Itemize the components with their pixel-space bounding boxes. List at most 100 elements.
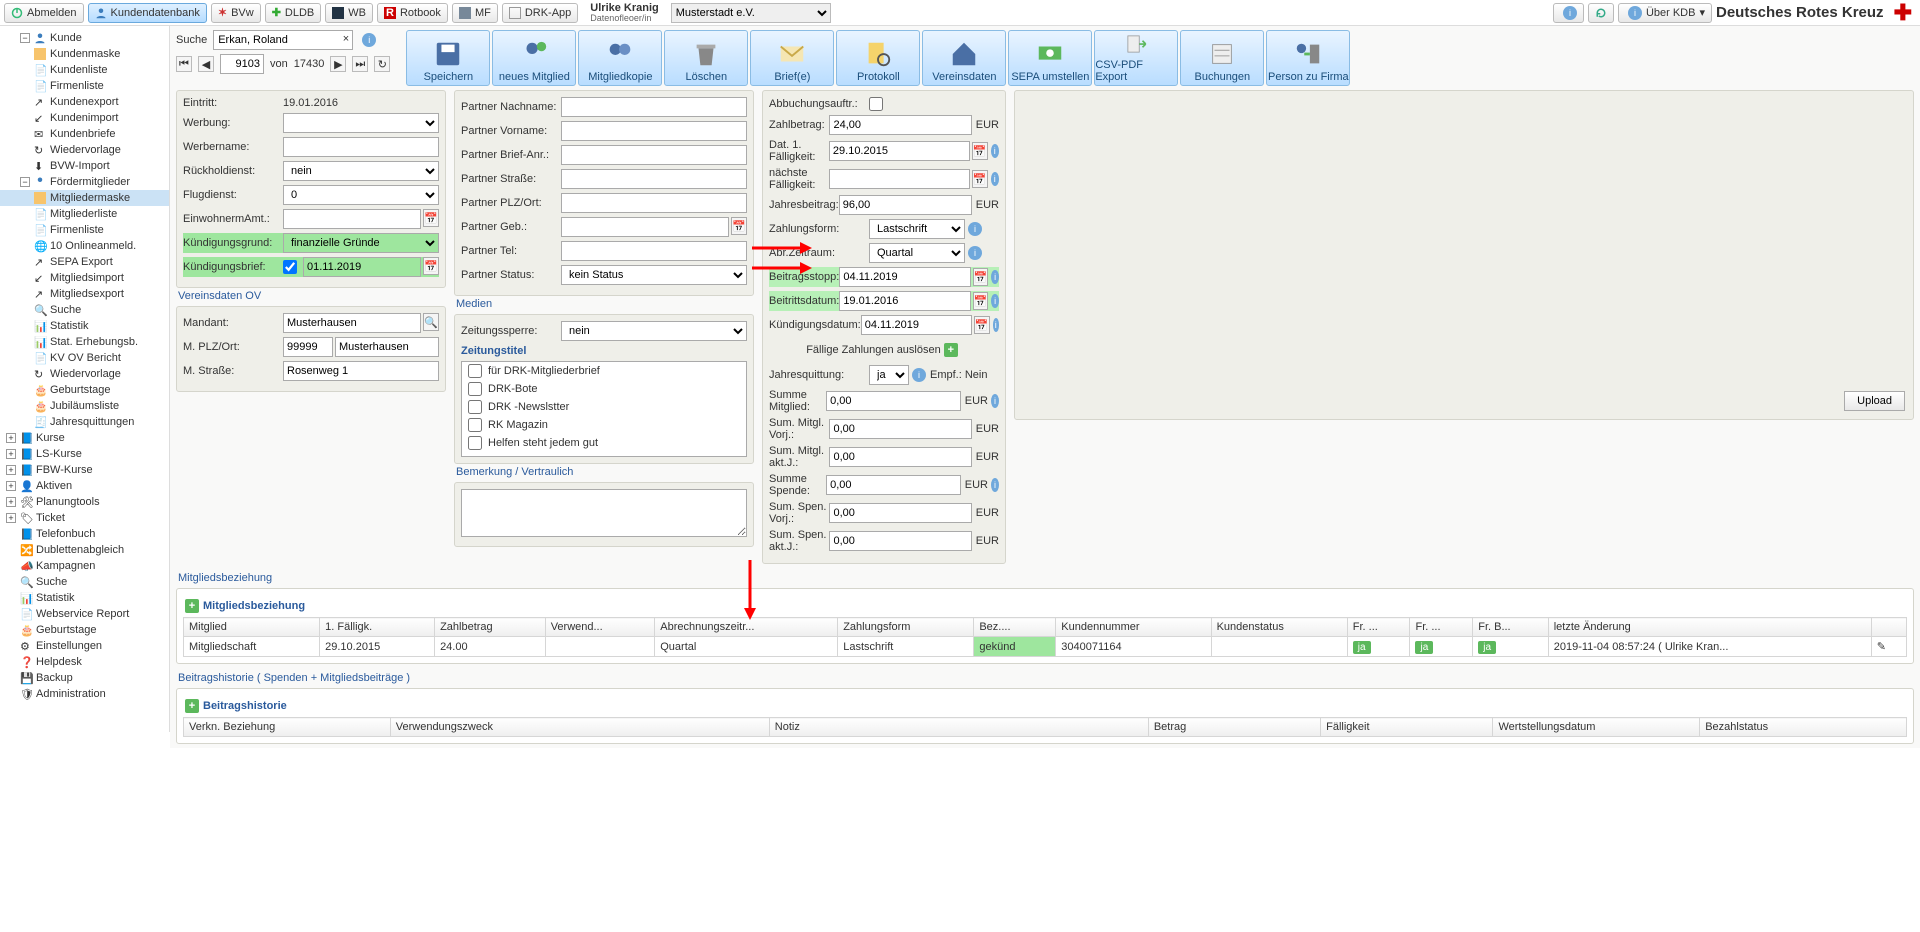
tree-item[interactable]: 📄KV OV Bericht [0, 350, 169, 366]
calendar-icon[interactable]: 📅 [972, 170, 988, 188]
expand-icon[interactable]: + [6, 465, 16, 475]
pvor-input[interactable] [561, 121, 747, 141]
tree-item[interactable]: ↗Mitgliedsexport [0, 286, 169, 302]
th[interactable]: 1. Fälligk. [320, 618, 435, 637]
info-button[interactable]: i [1553, 3, 1584, 23]
rueck-select[interactable]: nein [283, 161, 439, 181]
abuch-check[interactable] [869, 97, 883, 111]
add-icon[interactable]: + [185, 699, 199, 713]
ptel-input[interactable] [561, 241, 747, 261]
info-icon[interactable]: i [991, 478, 999, 492]
kbrief-check[interactable] [283, 260, 297, 274]
th[interactable]: Verwendungszweck [390, 718, 769, 737]
mf-tab[interactable]: MF [452, 3, 498, 23]
tree-item[interactable]: 🔍Suche [0, 302, 169, 318]
calendar-icon[interactable]: 📅 [973, 292, 989, 310]
add-icon[interactable]: + [944, 343, 958, 357]
check[interactable] [468, 400, 482, 414]
tree-item[interactable]: 📄Mitgliederliste [0, 206, 169, 222]
th[interactable]: Kundenstatus [1211, 618, 1347, 637]
copy-member-button[interactable]: Mitgliedkopie [578, 30, 662, 86]
table-row[interactable]: Mitgliedschaft29.10.201524.00QuartalLast… [184, 637, 1907, 657]
info-icon[interactable]: i [991, 294, 999, 308]
th[interactable]: Fr. ... [1410, 618, 1473, 637]
info-icon[interactable]: i [993, 318, 1000, 332]
collapse-icon[interactable]: − [20, 33, 30, 43]
next-button[interactable]: ▶ [330, 56, 346, 72]
last-button[interactable]: ⏭ [352, 56, 368, 72]
tree-item[interactable]: +📘Kurse [0, 430, 169, 446]
tree-item[interactable]: +🛠Planungtools [0, 494, 169, 510]
bookings-button[interactable]: Buchungen [1180, 30, 1264, 86]
tree-item[interactable]: +🏷Ticket [0, 510, 169, 526]
tree-item[interactable]: +👤Aktiven [0, 478, 169, 494]
info-icon[interactable]: i [991, 394, 999, 408]
expand-icon[interactable]: + [6, 497, 16, 507]
sepa-button[interactable]: SEPA umstellen [1008, 30, 1092, 86]
th[interactable]: Wertstellungsdatum [1493, 718, 1700, 737]
th[interactable]: Betrag [1148, 718, 1320, 737]
prev-button[interactable]: ◀ [198, 56, 214, 72]
pbrief-input[interactable] [561, 145, 747, 165]
org-data-button[interactable]: Vereinsdaten [922, 30, 1006, 86]
tree-item[interactable]: ✉Kundenbriefe [0, 126, 169, 142]
bd-input[interactable] [839, 291, 970, 311]
tree-item[interactable]: 📄Webservice Report [0, 606, 169, 622]
th[interactable]: Bezahlstatus [1700, 718, 1907, 737]
check[interactable] [468, 436, 482, 450]
record-input[interactable] [220, 54, 264, 74]
info-icon[interactable]: i [362, 33, 376, 47]
tree-item[interactable]: ⚙Einstellungen [0, 638, 169, 654]
calendar-icon[interactable]: 📅 [423, 257, 439, 275]
rotbook-tab[interactable]: RRotbook [377, 3, 448, 23]
calendar-icon[interactable]: 📅 [972, 142, 988, 160]
pnach-input[interactable] [561, 97, 747, 117]
expand-icon[interactable]: + [6, 481, 16, 491]
bs-input[interactable] [839, 267, 970, 287]
tree-item[interactable]: 📘Telefonbuch [0, 526, 169, 542]
expand-icon[interactable]: + [6, 513, 16, 523]
edit-icon[interactable]: ✎ [1877, 641, 1886, 653]
einw-input[interactable] [283, 209, 421, 229]
protocol-button[interactable]: Protokoll [836, 30, 920, 86]
tree-item[interactable]: 📣Kampagnen [0, 558, 169, 574]
werbung-select[interactable] [283, 113, 439, 133]
plz-input[interactable] [283, 337, 333, 357]
tree-item[interactable]: ↗SEPA Export [0, 254, 169, 270]
d1-input[interactable] [829, 141, 970, 161]
wb-tab[interactable]: WB [325, 3, 373, 23]
tree-item[interactable]: ❓Helpdesk [0, 654, 169, 670]
pstat-select[interactable]: kein Status [561, 265, 747, 285]
info-icon[interactable]: i [968, 222, 982, 236]
letters-button[interactable]: Brief(e) [750, 30, 834, 86]
first-button[interactable]: ⏮ [176, 56, 192, 72]
dldb-tab[interactable]: ✚DLDB [265, 3, 322, 23]
pstr-input[interactable] [561, 169, 747, 189]
pgeb-input[interactable] [561, 217, 729, 237]
tree-item[interactable]: 🔀Dublettenabgleich [0, 542, 169, 558]
search-icon[interactable]: 🔍 [423, 313, 439, 331]
az-select[interactable]: Quartal [869, 243, 965, 263]
tree-item[interactable]: 🔍Suche [0, 574, 169, 590]
zsperre-select[interactable]: nein [561, 321, 747, 341]
delete-button[interactable]: Löschen [664, 30, 748, 86]
list-item[interactable]: RK Magazin [462, 416, 746, 434]
org-select[interactable]: Musterstadt e.V. [671, 3, 831, 23]
bem-textarea[interactable] [461, 489, 747, 537]
th[interactable]: Kundennummer [1056, 618, 1211, 637]
th[interactable]: Verwend... [545, 618, 655, 637]
th[interactable]: Verkn. Beziehung [184, 718, 391, 737]
search-input[interactable] [213, 30, 353, 50]
clear-icon[interactable]: × [343, 33, 349, 45]
nf-input[interactable] [829, 169, 970, 189]
info-icon[interactable]: i [991, 270, 999, 284]
tree-item[interactable]: 📊Statistik [0, 590, 169, 606]
bvw-tab[interactable]: ✶BVw [211, 3, 261, 23]
info-icon[interactable]: i [968, 246, 982, 260]
tree-item[interactable]: 🎂Geburtstage [0, 622, 169, 638]
add-icon[interactable]: + [185, 599, 199, 613]
about-button[interactable]: iÜber KDB▾ [1618, 3, 1712, 23]
save-button[interactable]: Speichern [406, 30, 490, 86]
export-button[interactable]: CSV-PDF Export [1094, 30, 1178, 86]
calendar-icon[interactable]: 📅 [973, 268, 989, 286]
